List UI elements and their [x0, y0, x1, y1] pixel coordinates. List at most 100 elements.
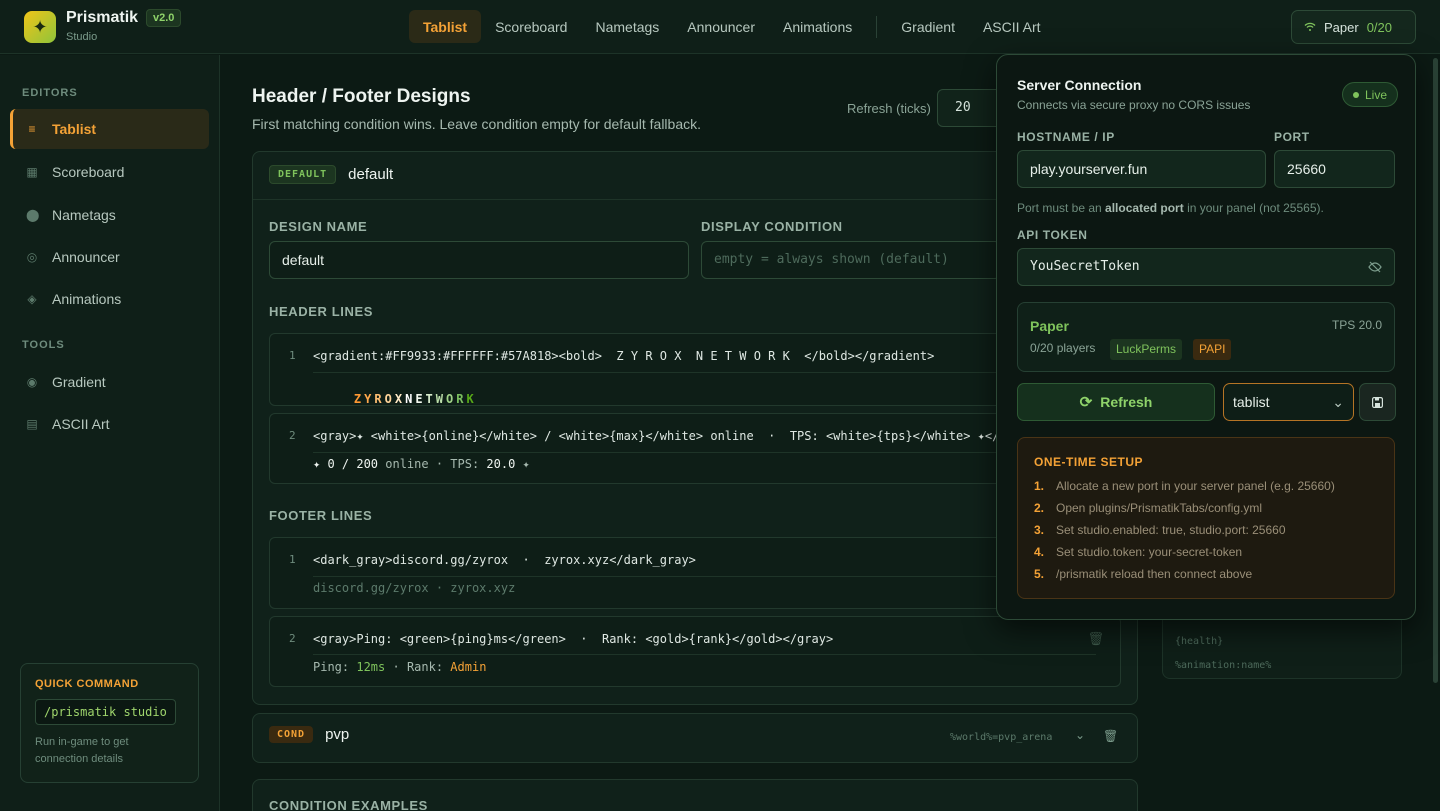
nav-animations[interactable]: Animations [769, 10, 866, 43]
design-name-label: DESIGN NAME [269, 219, 368, 234]
plugin-badge: LuckPerms [1110, 339, 1183, 360]
nav-scoreboard[interactable]: Scoreboard [481, 10, 581, 43]
sidebar-item-nametags[interactable]: ⬤ Nametags [10, 195, 209, 235]
nav-ascii-art[interactable]: ASCII Art [969, 10, 1055, 43]
server-connection-button[interactable]: Paper 0/20 [1291, 10, 1416, 44]
trash-icon[interactable]: 🗑 [1087, 631, 1104, 647]
display-condition-label: DISPLAY CONDITION [701, 219, 843, 234]
header-line-1[interactable]: 1 <gradient:#FF9933:#FFFFFF:#57A818><bol… [269, 333, 1121, 406]
design-card-header[interactable]: DEFAULT default [269, 165, 393, 184]
placeholder-item: %animation:name% [1175, 660, 1272, 671]
brand-name: Prismatik [66, 9, 139, 26]
line-divider [313, 654, 1096, 655]
server-count: 0/20 [1366, 19, 1393, 35]
setup-step: 4. Set studio.token: your-secret-token [1034, 545, 1243, 559]
line-divider [313, 372, 1096, 373]
version-badge: v2.0 [146, 9, 182, 27]
line-code[interactable]: <gray>Ping: <green>{ping}ms</green> · Ra… [313, 632, 833, 646]
top-nav: Tablist Scoreboard Nametags Announcer An… [409, 10, 1055, 43]
display-condition-input[interactable]: empty = always shown (default) [701, 241, 1001, 279]
hostname-input[interactable]: play.yourserver.fun [1017, 150, 1266, 188]
sidebar-item-label: Nametags [52, 207, 116, 223]
eye-off-icon[interactable] [1368, 261, 1382, 273]
save-button[interactable] [1359, 383, 1396, 421]
plugin-badge: PAPI [1193, 339, 1232, 360]
line-code[interactable]: <dark_gray>discord.gg/zyrox · zyrox.xyz<… [313, 553, 696, 567]
top-bar: ✦ Prismatik v2.0 Studio Tablist Scoreboa… [0, 0, 1440, 54]
line-preview: Ping: 12ms · Rank: Admin [313, 660, 487, 674]
refresh-button[interactable]: ⟳ Refresh [1017, 383, 1215, 421]
quick-command-card: QUICK COMMAND /prismatik studio Run in-g… [20, 663, 199, 783]
server-software: Paper [1030, 318, 1069, 334]
sidebar-item-tablist[interactable]: ≡ Tablist [10, 109, 209, 149]
footer-lines-label: FOOTER LINES [269, 508, 373, 523]
quick-command-code[interactable]: /prismatik studio [35, 699, 176, 725]
chevron-down-icon: ⌄ [1332, 394, 1344, 410]
setup-step: 3. Set studio.enabled: true, studio.port:… [1034, 523, 1286, 537]
nav-gradient[interactable]: Gradient [887, 10, 969, 43]
refresh-label: Refresh [1100, 394, 1153, 410]
line-number: 2 [289, 632, 296, 645]
sidebar-item-label: Tablist [52, 121, 97, 137]
server-label: Paper [1324, 19, 1359, 35]
nav-nametags[interactable]: Nametags [581, 10, 673, 43]
line-code[interactable]: <gradient:#FF9933:#FFFFFF:#57A818><bold>… [313, 349, 934, 363]
nav-announcer[interactable]: Announcer [673, 10, 769, 43]
line-preview: discord.gg/zyrox · zyrox.xyz [313, 581, 516, 595]
header-lines-label: HEADER LINES [269, 304, 373, 319]
design-name-input[interactable]: default [269, 241, 689, 279]
editor-select[interactable]: tablist ⌄ [1223, 383, 1354, 421]
header-line-2[interactable]: 2 <gray>✦ <white>{online}</white> / <whi… [269, 413, 1121, 484]
server-connection-popup: Server Connection Connects via secure pr… [996, 54, 1416, 620]
chevron-down-icon[interactable]: ⌄ [1075, 728, 1085, 742]
design-card-name: default [348, 166, 394, 183]
popup-title: Server Connection [1017, 77, 1142, 93]
editor-select-value: tablist [1233, 394, 1270, 410]
sidebar-item-scoreboard[interactable]: ▦ Scoreboard [10, 152, 209, 192]
scrollbar[interactable] [1433, 58, 1438, 683]
setup-step: 2. Open plugins/PrismatikTabs/config.yml [1034, 501, 1263, 515]
server-players: 0/20 players [1030, 341, 1096, 355]
setup-title: ONE-TIME SETUP [1034, 455, 1144, 469]
diamond-icon: ◈ [27, 292, 37, 306]
design-card-pvp[interactable]: COND pvp %world%=pvp_arena ⌄ 🗑 [252, 713, 1138, 763]
sidebar-item-gradient[interactable]: ◉ Gradient [10, 362, 209, 402]
line-divider [313, 576, 1096, 577]
footer-line-1[interactable]: 1 <dark_gray>discord.gg/zyrox · zyrox.xy… [269, 537, 1121, 609]
sidebar-item-announcer[interactable]: ◎ Announcer [10, 237, 209, 277]
sidebar-item-label: Animations [52, 291, 122, 307]
sidebar-item-label: Gradient [52, 374, 106, 390]
brand-sub: Studio [66, 31, 98, 43]
line-code[interactable]: <gray>✦ <white>{online}</white> / <white… [313, 429, 999, 443]
one-time-setup-card: ONE-TIME SETUP 1. Allocate a new port in … [1017, 437, 1395, 599]
cond-tag: COND [269, 726, 314, 743]
condition-examples-label: CONDITION EXAMPLES [269, 798, 428, 811]
live-label: Live [1365, 87, 1388, 102]
page-subtitle: First matching condition wins. Leave con… [252, 116, 702, 132]
port-label: PORT [1274, 130, 1310, 144]
line-number: 1 [289, 553, 296, 566]
api-token-input[interactable]: YouSecretToken [1017, 248, 1395, 286]
ring-icon: ◎ [26, 250, 38, 264]
sidebar-item-label: Scoreboard [52, 164, 125, 180]
wifi-icon [1304, 22, 1316, 31]
port-input[interactable]: 25660 [1274, 150, 1395, 188]
condition-examples-card: CONDITION EXAMPLES [252, 779, 1138, 811]
setup-step: 1. Allocate a new port in your server pan… [1034, 479, 1335, 493]
footer-line-2[interactable]: 2 <gray>Ping: <green>{ping}ms</green> · … [269, 616, 1121, 687]
sidebar-item-animations[interactable]: ◈ Animations [10, 279, 209, 319]
api-token-label: API TOKEN [1017, 228, 1088, 242]
api-token-value: YouSecretToken [1030, 259, 1140, 274]
line-number: 2 [289, 429, 296, 442]
trash-icon[interactable]: 🗑 [1103, 729, 1118, 743]
list-icon: ≡ [28, 122, 36, 136]
nav-tablist[interactable]: Tablist [409, 10, 482, 43]
grid-icon: ▦ [26, 165, 38, 179]
line-preview: ✦ 0 / 200 online · TPS: 20.0 ✦ [313, 457, 530, 471]
sidebar-item-ascii-art[interactable]: ▤ ASCII Art [10, 404, 209, 444]
live-badge: Live [1342, 82, 1399, 107]
logo-icon: ✦ [24, 11, 56, 43]
editors-label: EDITORS [22, 87, 78, 99]
sidebar-item-label: Announcer [52, 249, 120, 265]
refresh-ticks-label: Refresh (ticks) [847, 101, 931, 116]
